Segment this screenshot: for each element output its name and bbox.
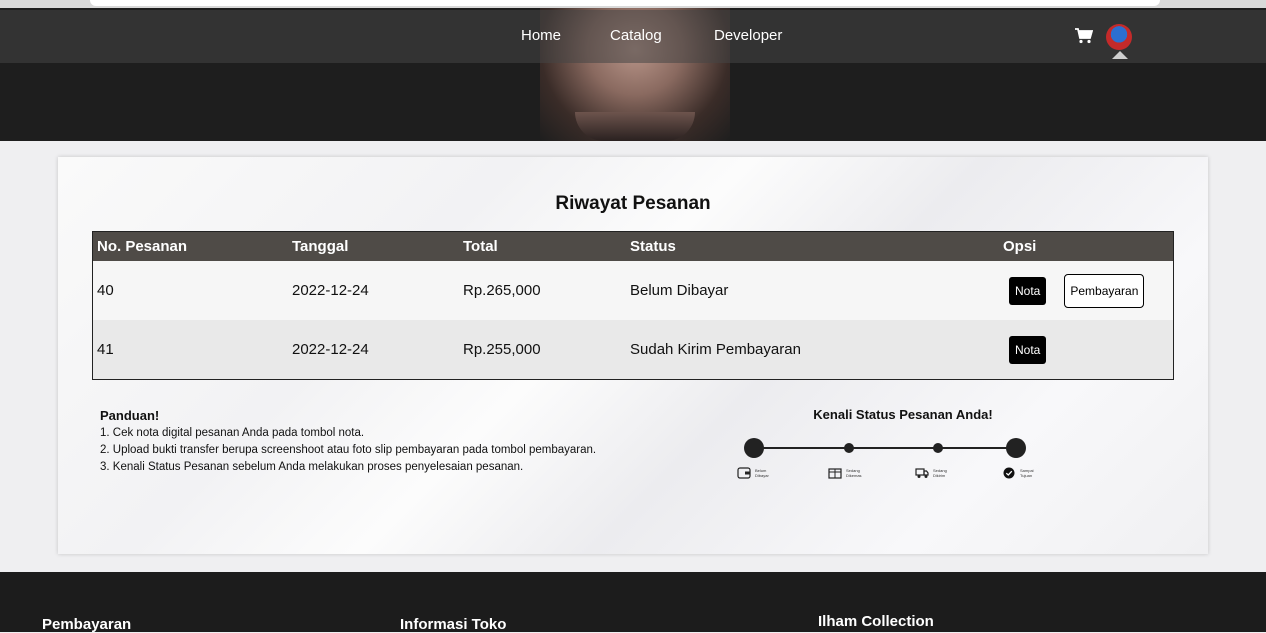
cart-icon[interactable] (1075, 28, 1093, 44)
order-no: 41 (92, 320, 288, 380)
order-total: Rp.265,000 (459, 261, 626, 320)
order-options: Nota (999, 320, 1174, 380)
status-step-label: Sedang Dikirim (933, 468, 947, 478)
guide-title: Panduan! (100, 408, 160, 423)
table-row: 41 2022-12-24 Rp.255,000 Sudah Kirim Pem… (92, 320, 1174, 380)
status-step-label: Sedang Dikemas (846, 468, 862, 478)
order-options: Nota Pembayaran (999, 261, 1174, 320)
nav-home[interactable]: Home (521, 27, 561, 44)
footer-heading-store-name: Ilham Collection (818, 613, 934, 630)
status-dot (844, 443, 854, 453)
status-step-label: Belum Dibayar (755, 468, 769, 478)
status-step: Sampai Tujuan (1002, 467, 1040, 479)
col-total: Total (459, 231, 626, 261)
footer-heading-informasi-toko: Informasi Toko (400, 616, 507, 633)
order-date: 2022-12-24 (288, 261, 459, 320)
status-track-line (754, 447, 1016, 449)
navbar: Home Catalog Developer (0, 10, 1266, 63)
status-dot (744, 438, 764, 458)
hero-photo-detail (575, 112, 695, 141)
guide-item: 1. Cek nota digital pesanan Anda pada to… (100, 427, 365, 439)
wallet-icon (737, 467, 751, 479)
orders-table: No. Pesanan Tanggal Total Status Opsi 40… (92, 231, 1174, 380)
col-no-pesanan: No. Pesanan (92, 231, 288, 261)
status-step: Sedang Dikirim (915, 467, 953, 479)
col-status: Status (626, 231, 999, 261)
nota-button[interactable]: Nota (1009, 335, 1047, 364)
guide-section: Panduan! 1. Cek nota digital pesanan And… (100, 407, 624, 476)
pembayaran-button[interactable]: Pembayaran (1064, 273, 1145, 308)
status-guide-title: Kenali Status Pesanan Anda! (813, 407, 993, 422)
footer-heading-pembayaran: Pembayaran (42, 616, 132, 633)
status-step: Sedang Dikemas (828, 467, 866, 479)
page-title: Riwayat Pesanan (555, 193, 711, 214)
check-circle-icon (1003, 467, 1015, 479)
order-date: 2022-12-24 (288, 320, 459, 380)
nav-catalog[interactable]: Catalog (610, 27, 662, 44)
order-status: Belum Dibayar (626, 261, 999, 320)
status-dot (1006, 438, 1026, 458)
user-avatar[interactable] (1106, 24, 1132, 50)
guide-item: 3. Kenali Status Pesanan sebelum Anda me… (100, 461, 524, 473)
nav-developer[interactable]: Developer (714, 27, 782, 44)
browser-top-strip (0, 0, 1266, 8)
status-dot (933, 443, 943, 453)
order-status: Sudah Kirim Pembayaran (626, 320, 999, 380)
nota-button[interactable]: Nota (1009, 276, 1047, 305)
truck-icon (915, 468, 929, 478)
order-no: 40 (92, 261, 288, 320)
avatar-caret-icon (1112, 51, 1128, 59)
status-step: Belum Dibayar (737, 467, 775, 479)
table-row: 40 2022-12-24 Rp.265,000 Belum Dibayar N… (92, 261, 1174, 320)
col-opsi: Opsi (999, 231, 1174, 261)
table-header-row: No. Pesanan Tanggal Total Status Opsi (92, 231, 1174, 261)
footer: Pembayaran Informasi Toko Ilham Collecti… (0, 572, 1266, 633)
order-total: Rp.255,000 (459, 320, 626, 380)
package-icon (828, 468, 842, 479)
col-tanggal: Tanggal (288, 231, 459, 261)
guide-item: 2. Upload bukti transfer berupa screensh… (100, 444, 597, 456)
status-step-label: Sampai Tujuan (1020, 468, 1034, 478)
order-history-card: Riwayat Pesanan No. Pesanan Tanggal Tota… (58, 157, 1208, 554)
